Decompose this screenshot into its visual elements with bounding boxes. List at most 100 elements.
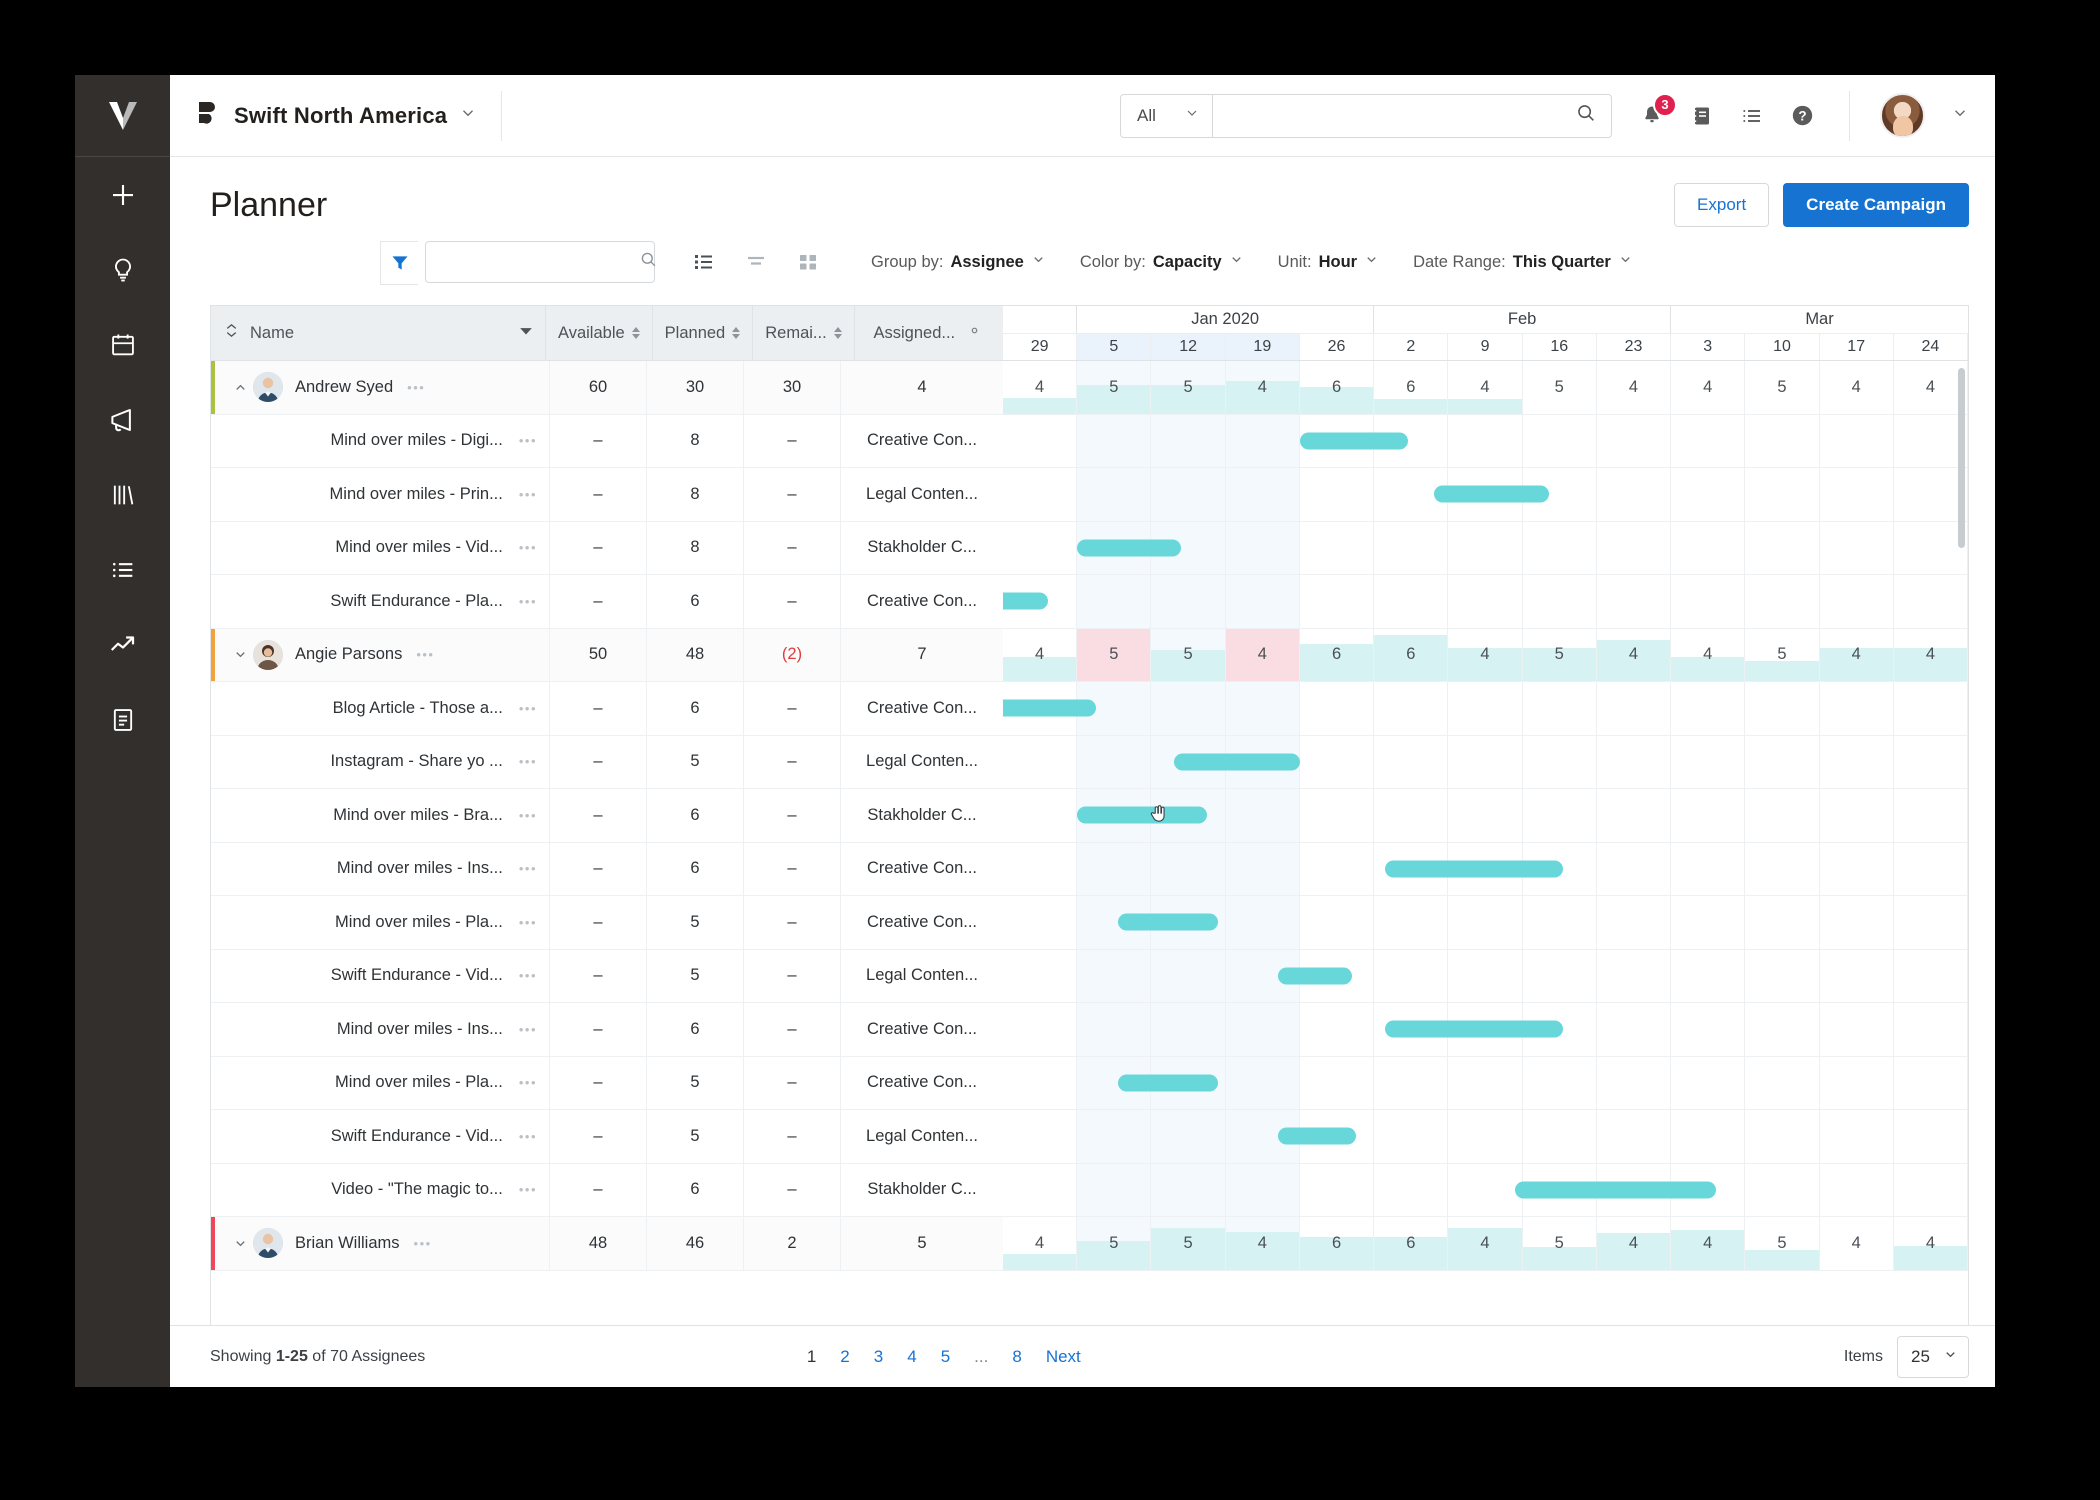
export-button[interactable]: Export	[1674, 183, 1770, 227]
gantt-bar[interactable]	[1385, 1020, 1564, 1038]
document-icon[interactable]	[75, 682, 170, 757]
chevron-down-icon[interactable]	[459, 104, 477, 127]
group-by-select[interactable]: Group by: Assignee	[871, 252, 1046, 272]
chevron-down-icon[interactable]	[1951, 104, 1969, 127]
column-header-available[interactable]: Available	[546, 306, 653, 360]
pagination-page[interactable]: 8	[1012, 1347, 1021, 1367]
row-menu-icon[interactable]: •••	[519, 754, 537, 769]
search-input[interactable]	[1227, 106, 1575, 125]
row-menu-icon[interactable]: •••	[519, 1075, 537, 1090]
calendar-icon[interactable]	[75, 307, 170, 382]
unit-select[interactable]: Unit: Hour	[1278, 252, 1379, 272]
table-row[interactable]: Mind over miles - Vid... ••• –8– Stakholder…	[211, 521, 1003, 575]
gantt-bar[interactable]	[1077, 806, 1208, 824]
sort-view-icon[interactable]	[741, 247, 771, 277]
row-menu-icon[interactable]: •••	[407, 380, 425, 395]
pagination-page[interactable]: 4	[907, 1347, 916, 1367]
timeline-row[interactable]	[1003, 735, 1968, 789]
timeline-row[interactable]: 4 5 5 4 6 6 4 5 4 4 5 4 4	[1003, 1217, 1968, 1271]
assignee-group-row[interactable]: Andrew Syed ••• 60 30 30 4	[211, 361, 1003, 415]
search-scope-select[interactable]: All	[1120, 93, 1212, 138]
date-range-select[interactable]: Date Range: This Quarter	[1413, 252, 1633, 272]
row-menu-icon[interactable]: •••	[519, 1022, 537, 1037]
pagination-page[interactable]: 3	[874, 1347, 883, 1367]
lightbulb-icon[interactable]	[75, 232, 170, 307]
trending-up-icon[interactable]	[75, 607, 170, 682]
column-header-assigned[interactable]: Assigned...	[855, 306, 1003, 360]
list-icon[interactable]	[1740, 104, 1764, 128]
timeline-row[interactable]	[1003, 842, 1968, 896]
table-row[interactable]: Mind over miles - Pla... ••• –5– Creative C…	[211, 896, 1003, 950]
timeline-row[interactable]	[1003, 1056, 1968, 1110]
gantt-bar[interactable]	[1173, 753, 1300, 771]
pagination-page[interactable]: 5	[941, 1347, 950, 1367]
caret-down-icon[interactable]	[519, 324, 533, 343]
gantt-bar[interactable]	[1077, 539, 1182, 557]
chevron-up-icon[interactable]	[227, 380, 253, 395]
pagination-page[interactable]: 2	[840, 1347, 849, 1367]
color-by-select[interactable]: Color by: Capacity	[1080, 252, 1244, 272]
list-view-icon[interactable]	[689, 247, 719, 277]
timeline-row[interactable]: 4 5 5 4 6 6 4 5 4 4 5 4 4	[1003, 628, 1968, 682]
timeline-row[interactable]	[1003, 896, 1968, 950]
table-row[interactable]: Swift Endurance - Pla... ••• –6– Creative C…	[211, 575, 1003, 629]
question-circle-icon[interactable]: ?	[1790, 103, 1815, 128]
table-row[interactable]: Swift Endurance - Vid... ••• –5– Legal Cont…	[211, 949, 1003, 1003]
timeline-row[interactable]	[1003, 1110, 1968, 1164]
table-row[interactable]: Mind over miles - Ins... ••• –6– Creative C…	[211, 842, 1003, 896]
library-icon[interactable]	[75, 457, 170, 532]
gantt-bar[interactable]	[1118, 1074, 1219, 1092]
row-menu-icon[interactable]: •••	[519, 915, 537, 930]
search-icon[interactable]	[639, 250, 658, 274]
row-menu-icon[interactable]: •••	[519, 433, 537, 448]
gantt-bar[interactable]	[1118, 913, 1219, 931]
sort-icon[interactable]	[631, 327, 640, 339]
chevron-down-icon[interactable]	[227, 1236, 253, 1251]
pagination-next[interactable]: Next	[1046, 1347, 1081, 1367]
megaphone-icon[interactable]	[75, 382, 170, 457]
table-row[interactable]: Mind over miles - Digi... ••• –8– Creative …	[211, 414, 1003, 468]
gear-icon[interactable]	[965, 321, 984, 345]
plus-icon[interactable]	[75, 157, 170, 232]
timeline-row[interactable]	[1003, 414, 1968, 468]
row-menu-icon[interactable]: •••	[519, 1129, 537, 1144]
timeline-row[interactable]	[1003, 682, 1968, 736]
timeline-row[interactable]	[1003, 789, 1968, 843]
table-row[interactable]: Mind over miles - Pla... ••• –5– Creative C…	[211, 1056, 1003, 1110]
table-row[interactable]: Instagram - Share yo ... ••• –5– Legal Cont…	[211, 735, 1003, 789]
gantt-bar[interactable]	[1277, 967, 1352, 985]
gantt-bar[interactable]	[1515, 1181, 1716, 1199]
row-menu-icon[interactable]: •••	[519, 808, 537, 823]
collapse-all-icon[interactable]	[223, 322, 240, 344]
row-menu-icon[interactable]: •••	[416, 647, 434, 662]
column-header-planned[interactable]: Planned	[653, 306, 754, 360]
gantt-bar[interactable]	[1433, 485, 1549, 503]
row-menu-icon[interactable]: •••	[519, 594, 537, 609]
row-menu-icon[interactable]: •••	[519, 540, 537, 555]
timeline-row[interactable]	[1003, 575, 1968, 629]
search-icon[interactable]	[1575, 102, 1597, 129]
create-campaign-button[interactable]: Create Campaign	[1783, 183, 1969, 227]
gantt-bar[interactable]	[1299, 432, 1408, 450]
row-menu-icon[interactable]: •••	[519, 968, 537, 983]
timeline-row[interactable]	[1003, 949, 1968, 1003]
gantt-bar[interactable]	[1003, 592, 1048, 610]
notebook-icon[interactable]	[1690, 104, 1714, 128]
column-header-remaining[interactable]: Remai...	[753, 306, 855, 360]
chevron-down-icon[interactable]	[227, 647, 253, 662]
row-menu-icon[interactable]: •••	[519, 1182, 537, 1197]
items-per-page-select[interactable]: 25	[1897, 1335, 1969, 1378]
row-menu-icon[interactable]: •••	[414, 1236, 432, 1251]
grid-view-icon[interactable]	[793, 247, 823, 277]
gantt-bar[interactable]	[1277, 1127, 1356, 1145]
list-icon[interactable]	[75, 532, 170, 607]
workfront-logo-icon[interactable]	[75, 75, 170, 157]
grid-search-input[interactable]	[440, 253, 639, 271]
table-row[interactable]: Mind over miles - Ins... ••• –6– Creative C…	[211, 1003, 1003, 1057]
filter-icon[interactable]	[380, 241, 418, 285]
timeline-row[interactable]	[1003, 468, 1968, 522]
table-row[interactable]: Mind over miles - Prin... ••• –8– Legal Con…	[211, 468, 1003, 522]
gantt-bar[interactable]	[1385, 860, 1564, 878]
table-row[interactable]: Blog Article - Those a... ••• –6– Creative …	[211, 682, 1003, 736]
column-header-name[interactable]: Name	[211, 306, 546, 360]
